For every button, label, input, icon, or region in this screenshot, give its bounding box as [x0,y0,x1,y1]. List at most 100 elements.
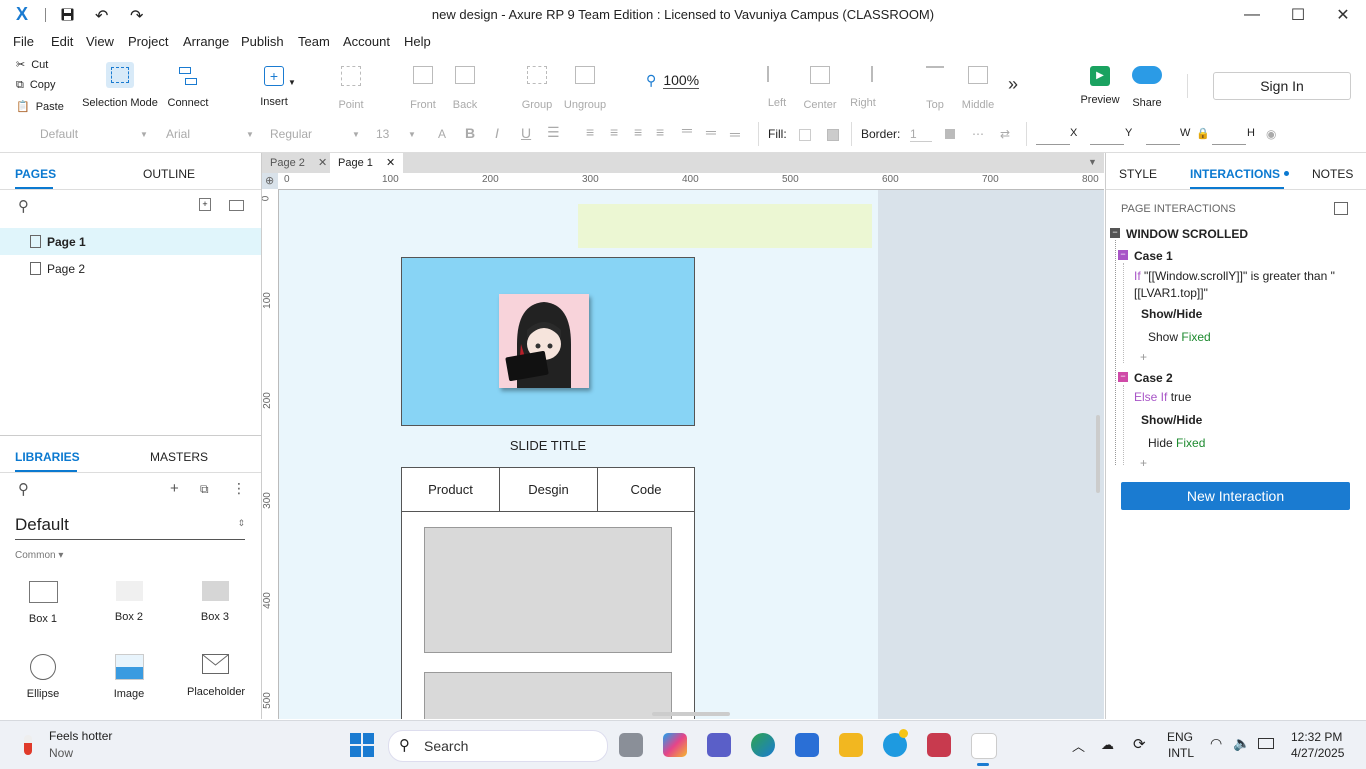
widget-box-1[interactable]: Box 1 [15,581,71,625]
align-left-button[interactable]: Left [760,66,794,109]
style-select[interactable]: Default [40,127,78,141]
case1-target[interactable]: Show Fixed [1148,330,1211,344]
teams-icon[interactable] [707,733,731,757]
case1-name[interactable]: Case 1 [1134,249,1173,263]
hero-panel[interactable] [401,257,695,426]
add-folder-icon[interactable] [229,200,244,211]
y-field[interactable] [1090,144,1124,145]
cut-button[interactable]: ✂ Cut [16,58,48,71]
library-select[interactable]: Default ⇕ [15,515,245,540]
menu-view[interactable]: View [86,34,114,49]
close-icon[interactable]: ✕ [386,157,395,169]
add-library-icon[interactable]: + [170,480,179,497]
case1-collapse-icon[interactable]: − [1118,250,1128,260]
page-item-2[interactable]: Page 2 [0,255,261,282]
new-interaction-button[interactable]: New Interaction [1121,482,1350,510]
thermometer-icon[interactable] [24,735,32,755]
app-icon[interactable] [927,733,951,757]
task-view-icon[interactable] [619,733,643,757]
menu-team[interactable]: Team [298,34,330,49]
copilot-icon[interactable] [663,733,687,757]
align-text-left-icon[interactable]: ≡ [586,124,594,140]
menu-edit[interactable]: Edit [51,34,73,49]
tab-masters[interactable]: MASTERS [150,450,208,464]
axure-taskbar-icon[interactable] [971,733,997,759]
border-width-value[interactable]: 1 [910,127,932,142]
library-copy-icon[interactable]: ⧉ [200,482,209,497]
justify-icon[interactable]: ≡ [656,124,664,140]
weight-select[interactable]: Regular [270,127,312,141]
more-vertical-icon[interactable]: ⋮ [232,480,246,497]
share-button[interactable]: Share [1126,66,1168,109]
content-box[interactable] [424,672,672,719]
align-right-button[interactable]: Right [845,66,881,109]
tab-style[interactable]: STYLE [1119,167,1157,181]
align-text-center-icon[interactable]: ≡ [610,124,618,140]
collapse-icon[interactable]: − [1110,228,1120,238]
content-tab-design[interactable]: Desgin [500,468,598,512]
tab-pages[interactable]: PAGES [15,167,56,181]
sign-in-button[interactable]: Sign In [1213,72,1351,100]
copy-button[interactable]: ⧉ Copy [16,79,56,92]
tab-outline[interactable]: OUTLINE [143,167,195,181]
widget-placeholder[interactable]: Placeholder [187,654,245,704]
minimize-button[interactable]: — [1229,0,1275,30]
front-button[interactable]: Front [404,66,442,111]
valign-top-icon[interactable]: ═ [682,122,692,138]
close-icon[interactable]: ✕ [318,157,327,169]
valign-bottom-icon[interactable]: ═ [730,126,740,142]
align-top-button[interactable]: Top [918,66,952,111]
border-color-swatch[interactable] [945,129,955,139]
shadow-swatch[interactable] [827,129,839,141]
paste-button[interactable]: 📋 Paste [16,100,64,113]
menu-file[interactable]: File [13,34,34,49]
insert-button[interactable]: + ▼ Insert [252,66,296,108]
bold-icon[interactable]: B [465,125,475,141]
weather-title[interactable]: Feels hotter [49,729,112,743]
align-text-right-icon[interactable]: ≡ [634,124,642,140]
fill-color-swatch[interactable] [799,129,811,141]
case2-condition[interactable]: Else If true [1134,390,1191,404]
avatar-image[interactable] [499,294,589,388]
widget-box-3[interactable]: Box 3 [187,581,243,625]
arrow-style-icon[interactable]: ⇄ [1000,127,1010,141]
content-tab-product[interactable]: Product [402,468,500,512]
zoom-control[interactable]: ⚲ 100% [646,72,722,89]
ungroup-button[interactable]: Ungroup [562,66,608,111]
event-name[interactable]: WINDOW SCROLLED [1126,227,1248,241]
bullet-list-icon[interactable]: ☰ [547,124,560,141]
widget-box-2[interactable]: Box 2 [101,581,157,625]
valign-middle-icon[interactable]: ═ [706,124,716,140]
page-item-1[interactable]: Page 1 [0,228,261,255]
case2-action[interactable]: Show/Hide [1141,413,1202,427]
clock-time[interactable]: 12:32 PM [1291,730,1342,744]
align-center-button[interactable]: Center [800,66,840,111]
store-icon[interactable] [795,733,819,757]
content-tab-code[interactable]: Code [598,468,694,512]
add-page-icon[interactable]: + [199,198,211,211]
sync-icon[interactable]: ⟳ [1133,735,1146,753]
volume-icon[interactable]: 🔈 [1233,735,1250,752]
selection-mode-button[interactable]: Selection Mode [82,62,158,109]
h-field[interactable] [1212,144,1246,145]
expand-panel-icon[interactable] [1334,202,1348,215]
more-chevron-icon[interactable]: » [1008,74,1018,95]
widget-ellipse[interactable]: Ellipse [15,654,71,704]
menu-publish[interactable]: Publish [241,34,284,49]
doc-tab-page-2[interactable]: Page 2 ✕ [262,153,335,173]
edge-icon[interactable] [751,733,775,757]
case2-collapse-icon[interactable]: − [1118,372,1128,382]
add-action-icon[interactable]: + [1140,456,1147,470]
connect-button[interactable]: Connect [164,66,212,109]
menu-arrange[interactable]: Arrange [183,34,229,49]
horizontal-scrollbar[interactable] [652,712,730,716]
eye-icon[interactable]: ◉ [1266,127,1276,141]
file-explorer-icon[interactable] [839,733,863,757]
add-action-icon[interactable]: + [1140,350,1147,364]
lock-icon[interactable]: 🔒 [1196,127,1210,140]
battery-icon[interactable] [1258,738,1274,749]
italic-icon[interactable]: I [495,125,499,141]
language-line1[interactable]: ENG [1167,730,1193,744]
menu-help[interactable]: Help [404,34,431,49]
font-color-icon[interactable]: A [438,127,446,141]
